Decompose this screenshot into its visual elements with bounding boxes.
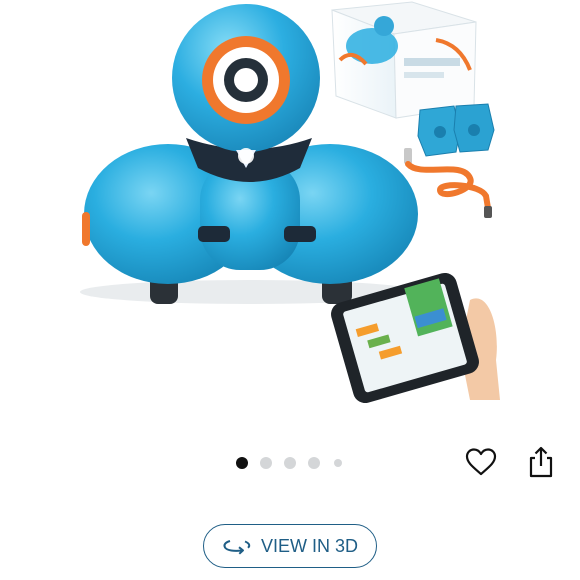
carousel-dot[interactable] bbox=[236, 457, 248, 469]
carousel-dot[interactable] bbox=[308, 457, 320, 469]
accessory-connectors bbox=[417, 103, 495, 157]
share-button[interactable] bbox=[523, 444, 559, 480]
carousel-dot[interactable] bbox=[260, 457, 272, 469]
packaging-box bbox=[331, 1, 477, 119]
favorite-button[interactable] bbox=[463, 444, 499, 480]
heart-outline-icon bbox=[465, 448, 497, 476]
view-in-3d-label: VIEW IN 3D bbox=[260, 535, 358, 556]
carousel-indicator bbox=[236, 456, 346, 470]
carousel-dot[interactable] bbox=[334, 459, 342, 467]
product-photo bbox=[80, 1, 500, 404]
carousel-dot[interactable] bbox=[284, 457, 296, 469]
rotate-3d-icon bbox=[223, 540, 251, 555]
share-icon bbox=[529, 446, 553, 478]
product-image[interactable] bbox=[0, 0, 580, 420]
view-in-3d-button[interactable]: VIEW IN 3D bbox=[203, 524, 377, 568]
